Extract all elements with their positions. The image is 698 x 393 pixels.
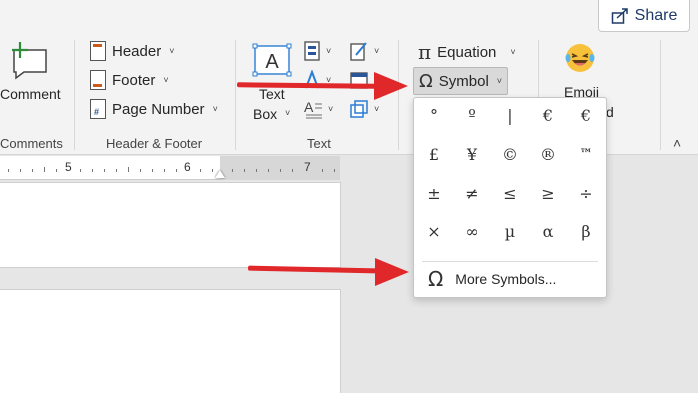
header-label: Header <box>112 42 162 60</box>
symbol-label: Symbol <box>438 72 489 90</box>
symbol-cell[interactable]: ∞ <box>455 216 489 246</box>
symbol-cell[interactable]: € <box>569 100 603 130</box>
comments-group-label: Comments <box>0 136 63 151</box>
symbol-cell[interactable]: € <box>531 100 565 130</box>
svg-text:A: A <box>265 51 279 73</box>
laughing-emoji-icon <box>565 44 595 72</box>
symbol-cell[interactable]: ≠ <box>455 178 489 208</box>
symbol-cell[interactable]: µ <box>493 216 527 246</box>
object-button[interactable]: ˅ <box>350 99 379 119</box>
symbol-cell[interactable]: ® <box>531 139 565 169</box>
chevron-down-icon: ˅ <box>510 47 516 57</box>
header-button[interactable]: Header ˅ <box>90 41 174 61</box>
right-indent-marker[interactable] <box>215 170 225 178</box>
ruler-number: 7 <box>304 160 311 174</box>
symbol-cell[interactable]: º <box>455 100 489 130</box>
chevron-down-icon: ˅ <box>374 46 380 56</box>
equation-label: Equation <box>437 43 497 61</box>
text-box-label-line1: Text <box>259 86 285 102</box>
chevron-down-icon: ˅ <box>496 76 503 86</box>
ruler-number: 5 <box>65 160 72 174</box>
text-box-icon: A <box>252 43 292 77</box>
symbol-cell[interactable]: £ <box>417 139 451 169</box>
equation-button[interactable]: π Equation ˅ <box>418 40 516 64</box>
horizontal-ruler: 5 6 7 <box>0 156 340 180</box>
header-icon <box>90 41 106 61</box>
comment-add-icon <box>12 42 47 80</box>
signature-line-button[interactable]: ˅ <box>350 41 379 61</box>
chevron-down-icon: ˅ <box>285 108 291 118</box>
share-label: Share <box>634 6 678 24</box>
share-icon <box>611 7 628 24</box>
quick-parts-icon <box>304 41 320 61</box>
drop-cap-icon: A <box>304 99 322 119</box>
text-group-label: Text <box>307 136 331 151</box>
document-page[interactable] <box>0 182 341 268</box>
share-button[interactable]: Share <box>598 0 690 32</box>
symbol-dropdown: ° º | € € £ ¥ © ® ™ ± ≠ ≤ ≥ ÷ × ∞ µ α β … <box>413 97 607 298</box>
footer-icon <box>90 70 106 90</box>
svg-text:A: A <box>304 99 314 115</box>
header-footer-group-label: Header & Footer <box>106 136 203 151</box>
symbol-cell[interactable]: ÷ <box>569 178 603 208</box>
symbol-cell[interactable]: ¥ <box>455 139 489 169</box>
drop-cap-button[interactable]: A ˅ <box>304 99 333 119</box>
omega-icon: Ω <box>428 267 444 291</box>
symbol-cell[interactable]: α <box>531 216 565 246</box>
ruler-number: 6 <box>184 160 191 174</box>
symbol-cell[interactable]: ± <box>417 178 451 208</box>
object-icon <box>350 100 368 118</box>
more-symbols-label: More Symbols... <box>455 271 557 287</box>
symbol-button[interactable]: Ω Symbol ˅ <box>413 67 509 95</box>
chevron-down-icon: ˅ <box>163 75 169 85</box>
signature-line-icon <box>350 42 367 61</box>
symbol-cell[interactable]: | <box>493 100 527 130</box>
chevron-down-icon: ˅ <box>328 104 334 114</box>
chevron-down-icon: ˅ <box>374 104 380 114</box>
symbol-cell[interactable]: β <box>569 216 603 246</box>
chevron-down-icon: ˅ <box>169 46 175 56</box>
symbol-cell[interactable]: © <box>493 139 527 169</box>
page-number-label: Page Number <box>112 100 205 118</box>
new-comment-button[interactable]: Comment <box>0 38 68 114</box>
document-page[interactable] <box>0 289 341 393</box>
page-number-button[interactable]: # Page Number ˅ <box>90 99 218 119</box>
symbol-cell[interactable]: ≤ <box>493 178 527 208</box>
pi-icon: π <box>418 40 432 64</box>
footer-label: Footer <box>112 71 156 89</box>
symbol-cell[interactable]: ™ <box>569 139 603 169</box>
page-number-icon: # <box>90 99 106 119</box>
text-box-label-line2: Box <box>253 106 278 122</box>
comment-label: Comment <box>0 86 61 102</box>
quick-parts-button[interactable]: ˅ <box>304 41 331 61</box>
symbol-cell[interactable]: ° <box>417 100 451 130</box>
more-symbols-item[interactable]: Ω More Symbols... <box>414 262 606 296</box>
footer-button[interactable]: Footer ˅ <box>90 70 169 90</box>
collapse-ribbon-icon[interactable]: ˄ <box>673 135 681 151</box>
symbol-cell[interactable]: × <box>417 216 451 246</box>
chevron-down-icon: ˅ <box>326 46 332 56</box>
emoji-label-clipped: d <box>606 104 614 120</box>
symbol-cell[interactable]: ≥ <box>531 178 565 208</box>
chevron-down-icon: ˅ <box>212 104 218 114</box>
omega-icon: Ω <box>419 70 433 92</box>
